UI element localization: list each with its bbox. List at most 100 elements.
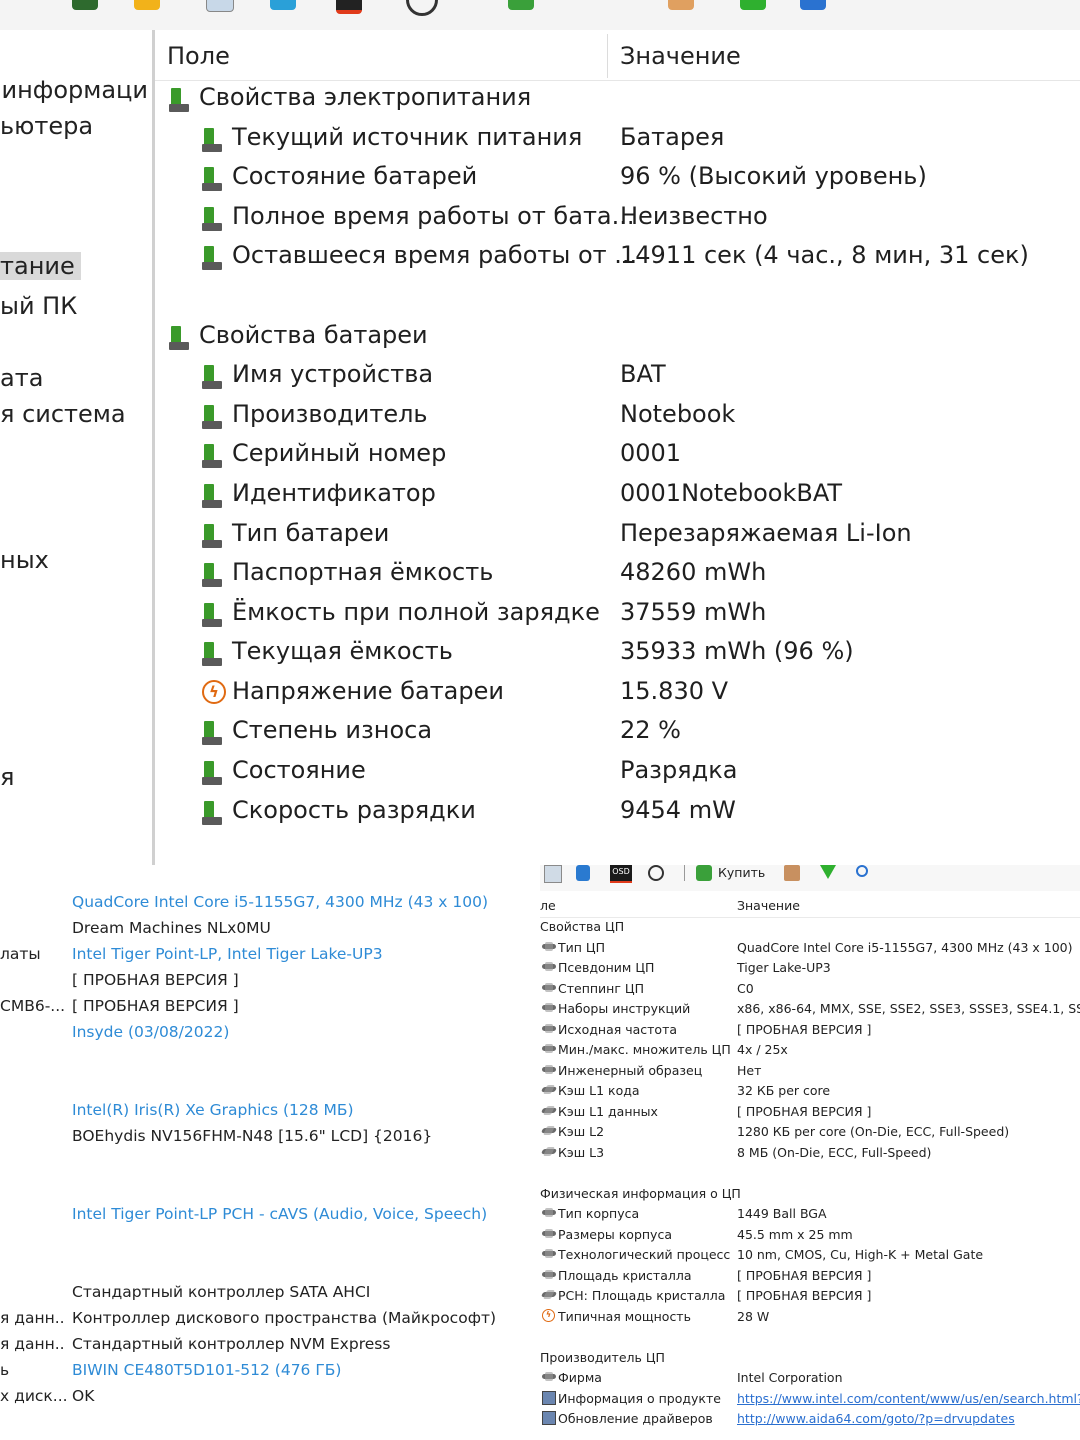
table-row[interactable]: Инженерный образец Нет bbox=[540, 1061, 1080, 1081]
summary-row[interactable]: х диск... OK bbox=[0, 1385, 540, 1411]
table-row[interactable]: Тип корпуса 1449 Ball BGA bbox=[540, 1204, 1080, 1224]
summary-row[interactable]: латы Intel Tiger Point-LP, Intel Tiger La… bbox=[0, 943, 540, 969]
table-row[interactable]: Имя устройства BAT bbox=[155, 357, 1080, 395]
summary-row[interactable]: ь BIWIN CE480T5D101-512 (476 ГБ) bbox=[0, 1359, 540, 1385]
summary-row[interactable] bbox=[0, 1255, 540, 1281]
url-link[interactable]: https://www.intel.com/content/www/us/en/… bbox=[737, 1391, 1080, 1406]
summary-link[interactable]: Intel Tiger Point-LP, Intel Tiger Lake-U… bbox=[72, 945, 383, 963]
summary-link[interactable]: Intel(R) Iris(R) Xe Graphics (128 МБ) bbox=[72, 1101, 354, 1119]
table-row[interactable]: Площадь кристалла [ ПРОБНАЯ ВЕРСИЯ ] bbox=[540, 1266, 1080, 1286]
summary-row[interactable]: [ ПРОБНАЯ ВЕРСИЯ ] bbox=[0, 969, 540, 995]
column-divider[interactable] bbox=[607, 34, 608, 78]
summary-row[interactable] bbox=[0, 1073, 540, 1099]
section-row[interactable]: Свойства батареи bbox=[155, 318, 1080, 356]
toolbar-icon[interactable] bbox=[72, 0, 98, 10]
table-row[interactable]: Производитель Notebook bbox=[155, 397, 1080, 435]
table-row[interactable]: Тип батареи Перезаряжаемая Li-Ion bbox=[155, 516, 1080, 554]
section-row[interactable]: Физическая информация о ЦП bbox=[540, 1184, 1080, 1204]
table-row[interactable]: Псевдоним ЦП Tiger Lake-UP3 bbox=[540, 958, 1080, 978]
nav-item[interactable]: ных bbox=[0, 546, 49, 574]
toolbar-icon[interactable] bbox=[668, 0, 694, 10]
table-row[interactable]: Кэш L1 кода 32 КБ per core bbox=[540, 1081, 1080, 1101]
section-row[interactable]: Производитель ЦП bbox=[540, 1348, 1080, 1368]
nav-item[interactable]: я bbox=[0, 763, 14, 791]
toolbar-icon[interactable] bbox=[576, 865, 590, 881]
column-header-value[interactable]: Значение bbox=[737, 898, 800, 913]
table-row[interactable]: Кэш L1 данных [ ПРОБНАЯ ВЕРСИЯ ] bbox=[540, 1102, 1080, 1122]
column-header-value[interactable]: Значение bbox=[620, 42, 741, 70]
nav-item-selected[interactable]: тание bbox=[0, 252, 81, 280]
nav-item[interactable]: я информаци bbox=[0, 76, 148, 104]
table-row[interactable]: Мин./макс. множитель ЦП 4x / 25x bbox=[540, 1040, 1080, 1060]
table-row[interactable]: PCH: Площадь кристалла [ ПРОБНАЯ ВЕРСИЯ ] bbox=[540, 1286, 1080, 1306]
table-row[interactable]: Исходная частота [ ПРОБНАЯ ВЕРСИЯ ] bbox=[540, 1020, 1080, 1040]
search-icon[interactable] bbox=[856, 865, 868, 877]
table-row[interactable] bbox=[540, 1163, 1080, 1183]
summary-row[interactable]: Стандартный контроллер SATA AHCI bbox=[0, 1281, 540, 1307]
section-row[interactable]: Свойства электропитания bbox=[155, 80, 1080, 118]
summary-link[interactable]: Insyde (03/08/2022) bbox=[72, 1023, 229, 1041]
summary-link[interactable]: BIWIN CE480T5D101-512 (476 ГБ) bbox=[72, 1361, 341, 1379]
table-row[interactable]: Текущая ёмкость 35933 mWh (96 %) bbox=[155, 634, 1080, 672]
toolbar-icon[interactable] bbox=[206, 0, 234, 12]
table-row[interactable]: Паспортная ёмкость 48260 mWh bbox=[155, 555, 1080, 593]
summary-row[interactable]: CMB6-... [ ПРОБНАЯ ВЕРСИЯ ] bbox=[0, 995, 540, 1021]
download-icon[interactable] bbox=[820, 865, 836, 879]
section-row[interactable]: Свойства ЦП bbox=[540, 917, 1080, 937]
table-row[interactable]: Оставшееся время работы от ... 14911 сек … bbox=[155, 238, 1080, 276]
toolbar-icon[interactable] bbox=[508, 0, 534, 10]
table-row[interactable]: Кэш L2 1280 КБ per core (On-Die, ECC, Ful… bbox=[540, 1122, 1080, 1142]
table-row[interactable]: Информация о продукте https://www.intel.c… bbox=[540, 1389, 1080, 1409]
toolbar-icon[interactable] bbox=[270, 0, 296, 10]
summary-row[interactable] bbox=[0, 1151, 540, 1177]
summary-row[interactable]: QuadCore Intel Core i5-1155G7, 4300 MHz … bbox=[0, 891, 540, 917]
table-row[interactable]: Ёмкость при полной зарядке 37559 mWh bbox=[155, 595, 1080, 633]
nav-item[interactable]: ьютера bbox=[0, 112, 93, 140]
table-row[interactable]: ϟ Напряжение батареи 15.830 V bbox=[155, 674, 1080, 712]
summary-row[interactable] bbox=[0, 1047, 540, 1073]
summary-row[interactable]: Dream Machines NLx0MU bbox=[0, 917, 540, 943]
tools-icon[interactable] bbox=[784, 865, 800, 881]
toolbar-icon[interactable] bbox=[800, 0, 826, 10]
summary-link[interactable]: Intel Tiger Point-LP PCH - cAVS (Audio, … bbox=[72, 1205, 487, 1223]
nav-item[interactable]: я система bbox=[0, 400, 126, 428]
table-row[interactable]: Тип ЦП QuadCore Intel Core i5-1155G7, 430… bbox=[540, 938, 1080, 958]
table-row[interactable]: Состояние Разрядка bbox=[155, 753, 1080, 791]
table-row[interactable]: Состояние батарей 96 % (Высокий уровень) bbox=[155, 159, 1080, 197]
summary-row[interactable]: Intel(R) Iris(R) Xe Graphics (128 МБ) bbox=[0, 1099, 540, 1125]
refresh-icon[interactable] bbox=[648, 865, 664, 881]
summary-row[interactable]: я данн... Стандартный контроллер NVM Expr… bbox=[0, 1333, 540, 1359]
url-link[interactable]: http://www.aida64.com/goto/?p=drvupdates bbox=[737, 1411, 1015, 1426]
table-row[interactable]: Полное время работы от бата... Неизвестно bbox=[155, 199, 1080, 237]
summary-row[interactable]: Insyde (03/08/2022) bbox=[0, 1021, 540, 1047]
table-row[interactable]: ϟ Типичная мощность 28 W bbox=[540, 1307, 1080, 1327]
table-row[interactable]: Обновление драйверов http://www.aida64.co… bbox=[540, 1409, 1080, 1429]
column-header-field[interactable]: Поле bbox=[167, 42, 230, 70]
summary-row[interactable]: Intel Tiger Point-LP PCH - cAVS (Audio, … bbox=[0, 1203, 540, 1229]
table-row[interactable]: Скорость разрядки 9454 mW bbox=[155, 793, 1080, 831]
table-row[interactable]: Технологический процесс 10 nm, CMOS, Cu, … bbox=[540, 1245, 1080, 1265]
summary-link[interactable]: QuadCore Intel Core i5-1155G7, 4300 MHz … bbox=[72, 893, 488, 911]
column-header-field[interactable]: ле bbox=[540, 898, 556, 913]
table-row[interactable]: Идентификатор 0001NotebookBAT bbox=[155, 476, 1080, 514]
toolbar-icon[interactable] bbox=[406, 0, 438, 16]
toolbar-icon[interactable] bbox=[544, 865, 562, 883]
table-row[interactable]: Размеры корпуса 45.5 mm x 25 mm bbox=[540, 1225, 1080, 1245]
summary-row[interactable]: я данн... Контроллер дискового пространст… bbox=[0, 1307, 540, 1333]
toolbar-icon[interactable] bbox=[336, 0, 362, 14]
summary-row[interactable]: BOEhydis NV156FHM-N48 [15.6" LCD] {2016} bbox=[0, 1125, 540, 1151]
toolbar-icon[interactable] bbox=[134, 0, 160, 10]
table-row[interactable]: Кэш L3 8 МБ (On-Die, ECC, Full-Speed) bbox=[540, 1143, 1080, 1163]
summary-row[interactable] bbox=[0, 1177, 540, 1203]
summary-row[interactable] bbox=[0, 1229, 540, 1255]
table-row[interactable]: Степпинг ЦП C0 bbox=[540, 979, 1080, 999]
nav-item[interactable]: ата bbox=[0, 364, 43, 392]
table-row[interactable]: Фирма Intel Corporation bbox=[540, 1368, 1080, 1388]
toolbar-icon[interactable] bbox=[740, 0, 766, 10]
table-row[interactable]: Наборы инструкций x86, x86-64, MMX, SSE, … bbox=[540, 999, 1080, 1019]
table-row[interactable] bbox=[540, 1327, 1080, 1347]
table-row[interactable]: Текущий источник питания Батарея bbox=[155, 120, 1080, 158]
osd-icon[interactable]: OSD bbox=[610, 865, 632, 883]
table-row[interactable]: Степень износа 22 % bbox=[155, 713, 1080, 751]
nav-item[interactable]: ый ПК bbox=[0, 292, 77, 320]
